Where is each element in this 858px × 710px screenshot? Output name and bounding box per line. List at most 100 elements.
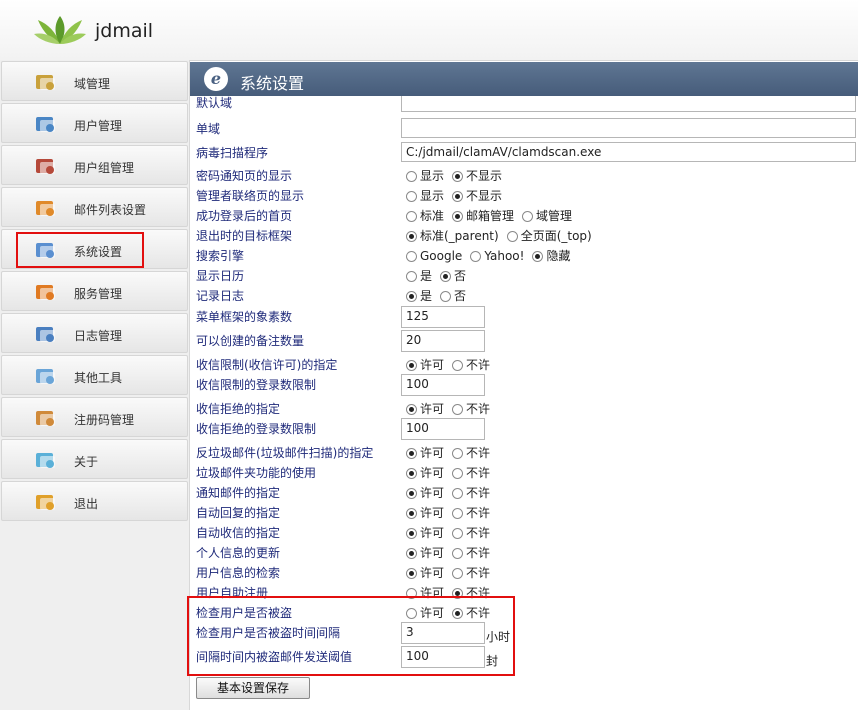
- radio-option[interactable]: 许可: [406, 400, 444, 417]
- memo-count-input[interactable]: 20: [401, 330, 485, 352]
- default-domain-input[interactable]: [401, 96, 856, 112]
- row-auto-reply: 自动回复的指定 许可 不许: [190, 502, 858, 522]
- radio-button[interactable]: [452, 528, 464, 539]
- radio-option[interactable]: 显示: [406, 187, 444, 204]
- single-domain-label: 单域: [196, 122, 221, 136]
- sidebar-item-license[interactable]: 注册码管理: [1, 397, 188, 437]
- radio-option[interactable]: 否: [440, 287, 466, 304]
- sidebar-item-logout[interactable]: 退出: [1, 481, 188, 521]
- radio-button[interactable]: [406, 404, 417, 415]
- radio-button[interactable]: [452, 548, 464, 559]
- radio-option[interactable]: 不许: [452, 484, 490, 501]
- radio-option[interactable]: 许可: [406, 524, 444, 541]
- radio-option[interactable]: 许可: [406, 484, 444, 501]
- radio-button[interactable]: [452, 191, 464, 202]
- radio-button[interactable]: [452, 211, 464, 222]
- sidebar-item-user[interactable]: 用户管理: [1, 103, 188, 143]
- sidebar-item-group[interactable]: 用户组管理: [1, 145, 188, 185]
- radio-button[interactable]: [452, 171, 464, 182]
- row-reject-count: 收信拒绝的登录数限制 100: [190, 418, 858, 440]
- radio-button[interactable]: [470, 251, 482, 262]
- radio-button[interactable]: [452, 404, 464, 415]
- radio-button[interactable]: [406, 251, 417, 262]
- radio-button[interactable]: [406, 271, 417, 282]
- personal-update-radio-group: 许可 不许: [406, 544, 498, 561]
- radio-button[interactable]: [406, 291, 417, 302]
- radio-button[interactable]: [452, 448, 464, 459]
- radio-option[interactable]: 不显示: [452, 187, 502, 204]
- row-receive-limit: 收信限制(收信许可)的指定 许可 不许: [190, 354, 858, 374]
- radio-option[interactable]: 不显示: [452, 167, 502, 184]
- radio-button[interactable]: [532, 251, 544, 262]
- single-domain-input[interactable]: [401, 118, 856, 138]
- radio-button[interactable]: [406, 468, 417, 479]
- radio-button[interactable]: [440, 291, 452, 302]
- radio-button[interactable]: [452, 360, 464, 371]
- sidebar-item-tools[interactable]: 其他工具: [1, 355, 188, 395]
- radio-option[interactable]: 否: [440, 267, 466, 284]
- receive-limit-count-input[interactable]: 100: [401, 374, 485, 396]
- sidebar-item-domain[interactable]: 域管理: [1, 61, 188, 101]
- radio-option[interactable]: 邮箱管理: [452, 207, 514, 224]
- radio-button[interactable]: [406, 488, 417, 499]
- sidebar-item-label: 用户管理: [74, 119, 123, 133]
- about-icon: [35, 450, 57, 470]
- virus-scanner-input[interactable]: C:/jdmail/clamAV/clamdscan.exe: [401, 142, 856, 162]
- radio-option[interactable]: 标准(_parent): [406, 227, 499, 244]
- radio-option[interactable]: 不许: [452, 444, 490, 461]
- sidebar-item-service[interactable]: 服务管理: [1, 271, 188, 311]
- radio-option[interactable]: 不许: [452, 544, 490, 561]
- radio-button[interactable]: [506, 231, 518, 242]
- radio-option-label: 许可: [420, 566, 445, 580]
- radio-button[interactable]: [406, 448, 417, 459]
- radio-button[interactable]: [452, 508, 464, 519]
- sidebar-item-log[interactable]: 日志管理: [1, 313, 188, 353]
- radio-button[interactable]: [452, 568, 464, 579]
- radio-option[interactable]: 是: [406, 267, 432, 284]
- radio-button[interactable]: [522, 211, 534, 222]
- radio-button[interactable]: [406, 231, 417, 242]
- radio-option[interactable]: 许可: [406, 444, 444, 461]
- radio-option[interactable]: 域管理: [522, 207, 572, 224]
- radio-option[interactable]: 许可: [406, 464, 444, 481]
- radio-option-label: 显示: [420, 169, 445, 183]
- radio-option[interactable]: 许可: [406, 356, 444, 373]
- radio-button[interactable]: [406, 171, 417, 182]
- radio-button[interactable]: [406, 548, 417, 559]
- radio-button[interactable]: [406, 508, 417, 519]
- radio-option[interactable]: 许可: [406, 504, 444, 521]
- radio-option[interactable]: 不许: [452, 400, 490, 417]
- reject-count-input[interactable]: 100: [401, 418, 485, 440]
- radio-button[interactable]: [406, 191, 417, 202]
- save-settings-button[interactable]: 基本设置保存: [196, 677, 310, 699]
- radio-option[interactable]: 不许: [452, 356, 490, 373]
- radio-button[interactable]: [406, 211, 417, 222]
- radio-option[interactable]: 不许: [452, 564, 490, 581]
- sidebar-item-label: 关于: [74, 455, 99, 469]
- radio-option[interactable]: Yahoo!: [470, 249, 524, 263]
- radio-button[interactable]: [406, 528, 417, 539]
- radio-option[interactable]: Google: [406, 249, 462, 263]
- radio-option[interactable]: 标准: [406, 207, 444, 224]
- radio-button[interactable]: [452, 488, 464, 499]
- radio-option[interactable]: 许可: [406, 564, 444, 581]
- radio-option[interactable]: 不许: [452, 464, 490, 481]
- radio-option[interactable]: 显示: [406, 167, 444, 184]
- sidebar-item-label: 注册码管理: [74, 413, 135, 427]
- radio-button[interactable]: [440, 271, 452, 282]
- radio-option[interactable]: 是: [406, 287, 432, 304]
- radio-button[interactable]: [406, 360, 417, 371]
- radio-option[interactable]: 不许: [452, 524, 490, 541]
- menu-frame-px-input[interactable]: 125: [401, 306, 485, 328]
- radio-button[interactable]: [452, 468, 464, 479]
- radio-option[interactable]: 全页面(_top): [506, 227, 592, 244]
- radio-button[interactable]: [406, 568, 417, 579]
- radio-option-label: 是: [420, 289, 433, 303]
- license-icon: [35, 408, 57, 428]
- radio-option-label: 否: [454, 269, 467, 283]
- radio-option[interactable]: 不许: [452, 504, 490, 521]
- sidebar-item-mailing-list[interactable]: 邮件列表设置: [1, 187, 188, 227]
- radio-option[interactable]: 隐藏: [532, 247, 570, 264]
- radio-option[interactable]: 许可: [406, 544, 444, 561]
- sidebar-item-about[interactable]: 关于: [1, 439, 188, 479]
